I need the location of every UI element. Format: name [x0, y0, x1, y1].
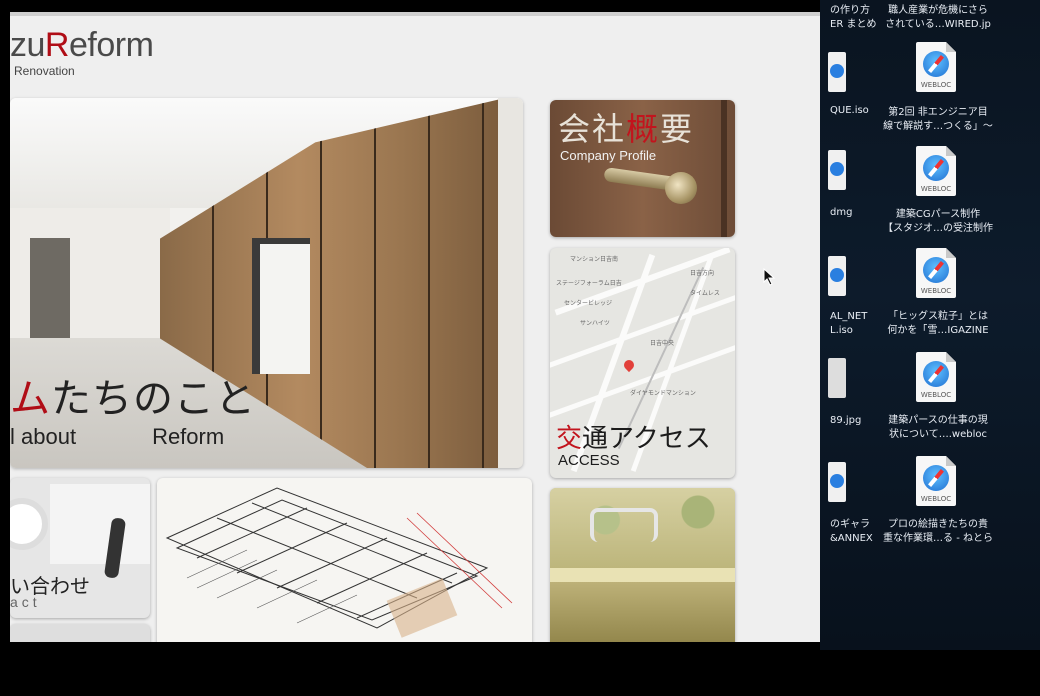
iso-file-icon[interactable]	[828, 256, 846, 296]
contact-card[interactable]: い合わせ act	[10, 478, 150, 618]
door-knob	[665, 172, 697, 204]
map-label: センタービレッジ	[564, 300, 613, 307]
desktop-file-label[interactable]: 89.jpg	[830, 414, 861, 428]
hero-title-red: ム	[10, 376, 51, 422]
disk-image-icon[interactable]	[828, 52, 846, 92]
webloc-file-icon[interactable]: WEBLOC	[916, 456, 956, 506]
company-title-b: 要	[660, 110, 695, 148]
blueprint-card[interactable]	[157, 478, 532, 642]
map-label: マンション日吉南	[570, 256, 619, 263]
desktop-file-label[interactable]: dmg	[830, 206, 852, 220]
logo-r: R	[44, 26, 70, 64]
map-label: ステージフォーラム日吉	[556, 280, 622, 287]
blueprint-drawing	[165, 487, 513, 638]
desktop-file-label[interactable]: プロの絵描きたちの貴 重な作業環…る - ねとら	[876, 518, 1000, 546]
company-profile-card[interactable]: 会社概要 Company Profile	[550, 100, 735, 237]
hero-photo-opening	[252, 238, 310, 374]
map-label: 日吉方向	[690, 270, 715, 277]
hero-photo-doorway	[30, 238, 70, 338]
tape-roll-image	[10, 498, 48, 550]
hero-subtitle: l about Reform	[10, 424, 224, 450]
desktop-file-label[interactable]: 建築CGパース制作 【スタジオ…の受注制作	[876, 208, 1000, 236]
hero-title-rest: たちのこと	[51, 376, 256, 422]
hero-photo-edge	[498, 98, 523, 468]
lower-card-partial[interactable]	[10, 624, 150, 642]
contact-photo-paper	[50, 484, 150, 564]
browser-viewport: zuReform Renovation ムたちのこと l about Reform…	[10, 12, 830, 642]
company-title-a: 会社	[558, 110, 627, 148]
desktop-file-label[interactable]: 第2回 非エンジニア目 線で解説す…つくる」〜	[876, 106, 1000, 134]
company-profile-title: 会社概要	[558, 104, 694, 150]
desktop-file-label[interactable]: 建築パースの仕事の現 状について….webloc	[876, 414, 1000, 442]
desktop-file-label[interactable]: の作り方 ER まとめ	[830, 4, 876, 32]
webloc-file-icon[interactable]: WEBLOC	[916, 146, 956, 196]
logo-text: zu	[10, 26, 45, 64]
desktop-file-label[interactable]: 「ヒッグス粒子」とは 何かを「雪…IGAZINE	[876, 310, 1000, 338]
desktop-file-label[interactable]: QUE.iso	[830, 104, 869, 118]
map-label: サンハイツ	[580, 320, 610, 327]
desktop-file-label[interactable]: 職人産業が危機にさら されている…WIRED.jp	[880, 4, 996, 32]
hero-title: ムたちのこと	[10, 366, 256, 424]
door-frame	[721, 100, 727, 237]
contact-subtitle: act	[10, 594, 41, 610]
hero-subtitle-left: l about	[10, 424, 77, 449]
company-profile-subtitle: Company Profile	[560, 148, 657, 163]
access-title: 交通アクセス	[556, 418, 711, 455]
webloc-file-icon[interactable]	[828, 462, 846, 502]
map-label: 日吉中央	[650, 340, 675, 347]
hero-about-card[interactable]: ムたちのこと l about Reform	[10, 98, 523, 468]
hero-subtitle-right: Reform	[152, 424, 225, 449]
faucet-image	[590, 508, 658, 542]
logo-subtitle: Renovation	[14, 64, 75, 78]
webloc-file-icon[interactable]: WEBLOC	[916, 248, 956, 298]
jpg-file-icon[interactable]	[828, 358, 846, 398]
logo-text-rest: eform	[68, 26, 154, 64]
company-title-red: 概	[626, 110, 661, 148]
desktop-file-label[interactable]: AL_NET L.iso	[830, 310, 867, 338]
map-label: タイムレス	[690, 290, 720, 297]
interior-shelf	[550, 568, 735, 582]
dmg-file-icon[interactable]	[828, 150, 846, 190]
access-title-red: 交	[556, 424, 583, 454]
interior-photo-card[interactable]	[550, 488, 735, 642]
access-map-card[interactable]: マンション日吉南 ステージフォーラム日吉 センタービレッジ タイムレス サンハイ…	[550, 248, 735, 478]
site-logo[interactable]: zuReform	[10, 26, 154, 65]
webloc-file-icon[interactable]: WEBLOC	[916, 42, 956, 92]
access-subtitle: ACCESS	[558, 452, 620, 469]
map-pin-icon	[621, 357, 637, 373]
browser-top-edge	[10, 12, 830, 16]
desktop-file-label[interactable]: のギャラ &ANNEX	[830, 518, 873, 546]
map-label: ダイヤモンドマンション	[630, 390, 696, 397]
interior-lower	[550, 582, 735, 642]
access-title-rest: 通アクセス	[582, 424, 711, 454]
webloc-file-icon[interactable]: WEBLOC	[916, 352, 956, 402]
